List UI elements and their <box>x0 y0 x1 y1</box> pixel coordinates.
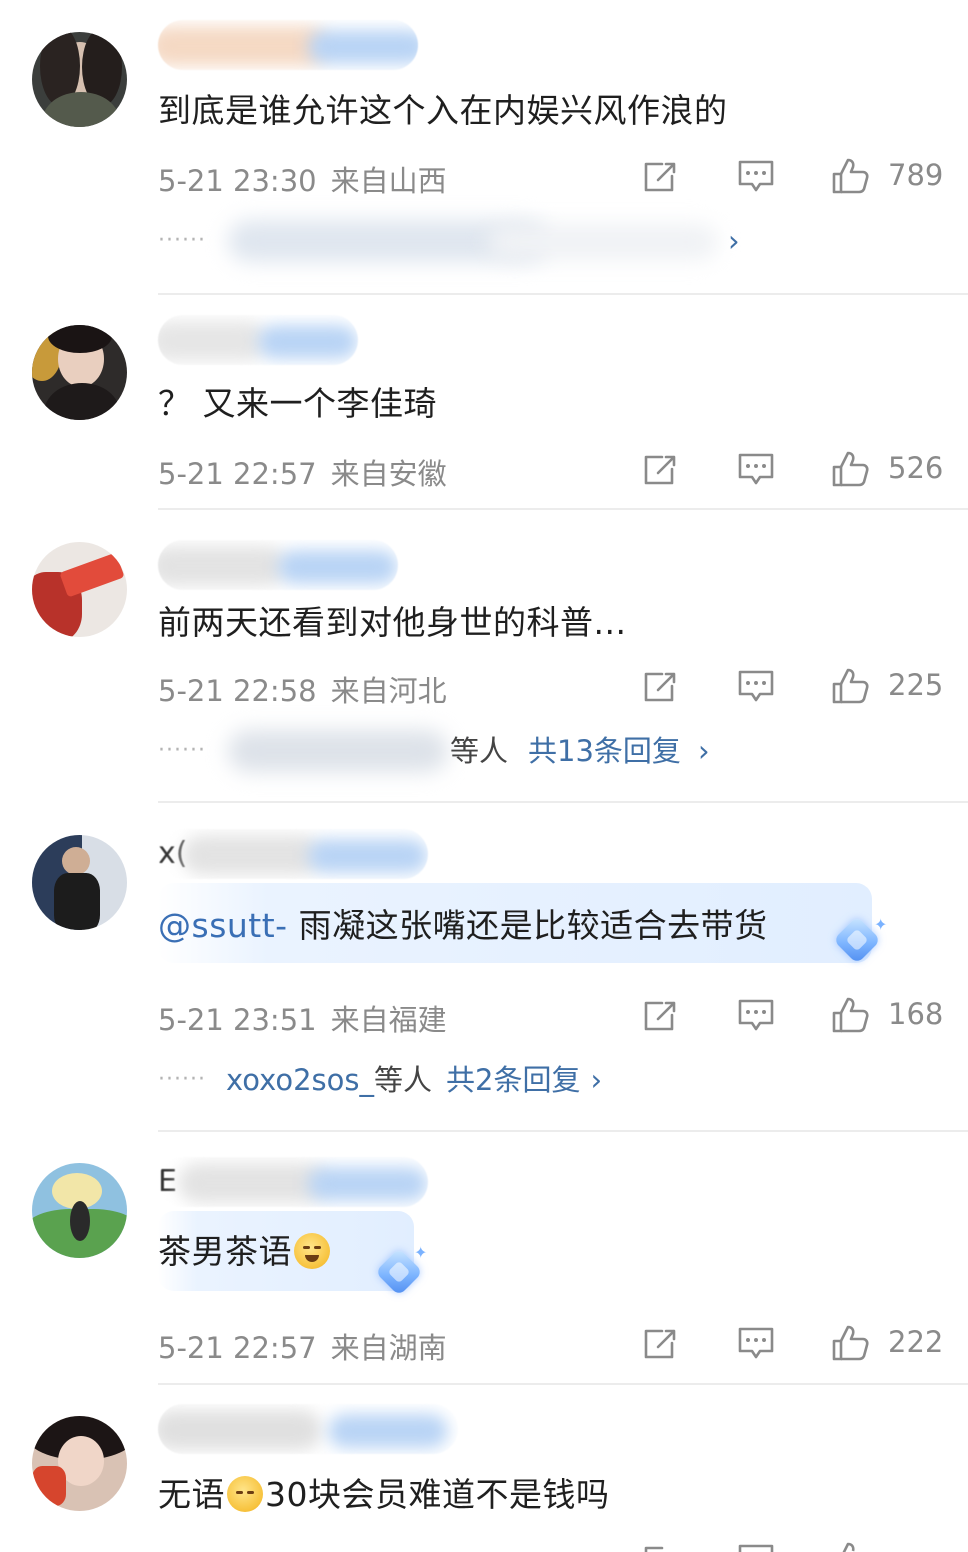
ellipsis-dots: ······ <box>158 738 206 763</box>
repost-icon[interactable] <box>640 1323 680 1363</box>
comment-text: ？ 又来一个李佳琦 <box>158 384 437 423</box>
sparkle-icon: ✦ <box>874 915 888 934</box>
avatar[interactable] <box>32 542 127 637</box>
comment-icon[interactable] <box>736 666 776 706</box>
username-blurred[interactable] <box>158 20 418 70</box>
username-blurred[interactable] <box>158 315 358 365</box>
like-count: 168 <box>888 997 944 1031</box>
chevron-right-icon: › <box>590 1063 603 1097</box>
comment-location: 来自安徽 <box>330 457 447 491</box>
like-count: 222 <box>888 1325 944 1359</box>
comment-meta: 5-21 23:30 来自山西 <box>158 158 447 200</box>
sad-sweat-emoji-icon <box>227 1476 263 1512</box>
comment-item: E 茶男茶语 ✦ 5-21 22:57 来自湖南 222 <box>0 1131 968 1385</box>
comment-icon[interactable] <box>736 1323 776 1363</box>
comment-time: 5-21 22:58 <box>158 674 317 708</box>
comment-meta: 5-21 22:57 来自安徽 <box>158 451 447 493</box>
comment-location: 来自山西 <box>330 164 447 198</box>
avatar[interactable] <box>32 32 127 127</box>
repost-icon[interactable] <box>640 995 680 1035</box>
comment-item: 无语 30块会员难道不是钱吗 <box>0 1384 968 1552</box>
thumbs-up-icon[interactable] <box>830 666 870 706</box>
comment-text: 无语 30块会员难道不是钱吗 <box>158 1475 610 1514</box>
comment-text: 前两天还看到对他身世的科普... <box>158 603 627 642</box>
chevron-right-icon: › <box>728 224 740 258</box>
repost-icon[interactable] <box>640 156 680 196</box>
reply-others: 等人 <box>374 1063 433 1097</box>
thumbs-up-icon[interactable] <box>830 1540 870 1552</box>
comment-icon[interactable] <box>736 156 776 196</box>
reply-total: 共2条回复 <box>446 1063 581 1097</box>
comment-time: 5-21 22:57 <box>158 1331 317 1365</box>
thumbs-up-icon[interactable] <box>830 449 870 489</box>
thumbs-up-icon[interactable] <box>830 156 870 196</box>
comment-location: 来自河北 <box>330 674 447 708</box>
comment-time: 5-21 23:51 <box>158 1003 317 1037</box>
comment-meta: 5-21 22:58 来自河北 <box>158 668 447 710</box>
like-count: 526 <box>888 451 944 485</box>
comment-time: 5-21 23:30 <box>158 164 317 198</box>
comment-location: 来自福建 <box>330 1003 447 1037</box>
avatar[interactable] <box>32 1416 127 1511</box>
repost-icon[interactable] <box>640 666 680 706</box>
comment-icon[interactable] <box>736 1540 776 1552</box>
reply-summary[interactable]: ······ 等人 共13条回复 › <box>158 726 758 776</box>
comment-location: 来自湖南 <box>330 1331 447 1365</box>
username-blurred[interactable] <box>158 1404 458 1454</box>
repost-icon[interactable] <box>640 449 680 489</box>
comment-text: 茶男茶语 <box>158 1225 332 1273</box>
reply-names[interactable]: xoxo2sos_ <box>226 1063 374 1097</box>
reply-others: 等人 <box>450 734 509 768</box>
comment-text: @ssutt- 雨凝这张嘴还是比较适合去带货 <box>158 906 768 945</box>
comment-time: 5-21 22:57 <box>158 457 317 491</box>
comment-item: 前两天还看到对他身世的科普... 5-21 22:58 来自河北 225 ····… <box>0 510 968 803</box>
mention-link[interactable]: @ssutt- <box>158 906 288 945</box>
username-blurred[interactable] <box>158 540 398 590</box>
sparkle-icon: ✦ <box>414 1243 428 1262</box>
ellipsis-dots: ······ <box>158 1067 206 1092</box>
like-count: 225 <box>888 668 944 702</box>
comment-text: 到底是谁允许这个入在内娱兴风作浪的 <box>158 91 728 130</box>
comment-icon[interactable] <box>736 995 776 1035</box>
avatar[interactable] <box>32 1163 127 1258</box>
repost-icon[interactable] <box>640 1540 680 1552</box>
avatar[interactable] <box>32 835 127 930</box>
username-prefix: E <box>158 1164 177 1199</box>
comment-icon[interactable] <box>736 449 776 489</box>
reply-summary[interactable]: ······ › <box>158 216 758 266</box>
ellipsis-dots: ······ <box>158 228 206 253</box>
like-count: 789 <box>888 158 944 192</box>
comment-item: ？ 又来一个李佳琦 5-21 22:57 来自安徽 526 <box>0 295 968 510</box>
comment-item: 到底是谁允许这个入在内娱兴风作浪的 5-21 23:30 来自山西 789 ···… <box>0 0 968 295</box>
avatar[interactable] <box>32 325 127 420</box>
username-blurred[interactable]: E <box>158 1157 428 1207</box>
comment-meta: 5-21 22:57 来自湖南 <box>158 1325 447 1367</box>
reply-total: 共13条回复 <box>528 734 681 768</box>
blush-emoji-icon <box>294 1233 330 1269</box>
chevron-right-icon: › <box>698 734 710 768</box>
comment-item: x( @ssutt- 雨凝这张嘴还是比较适合去带货 ✦ 5-21 23:51 来自… <box>0 803 968 1132</box>
reply-summary[interactable]: ······ xoxo2sos_等人 共2条回复 › <box>158 1055 758 1105</box>
username-blurred[interactable]: x( <box>158 829 428 879</box>
comment-meta: 5-21 23:51 来自福建 <box>158 997 447 1039</box>
thumbs-up-icon[interactable] <box>830 1323 870 1363</box>
thumbs-up-icon[interactable] <box>830 995 870 1035</box>
